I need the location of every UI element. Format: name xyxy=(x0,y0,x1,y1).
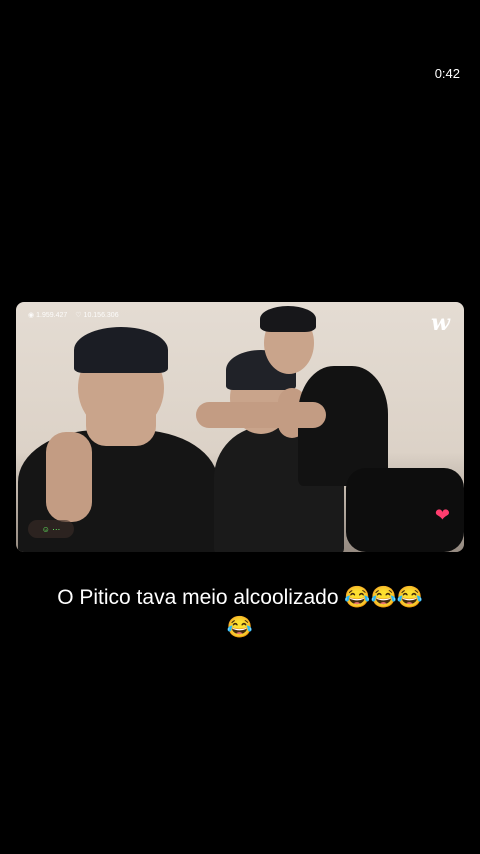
comment-badge: ☺ ⋯ xyxy=(28,520,74,538)
caption-line-2: 😂 xyxy=(226,616,254,639)
viewers-stat: ◉ 1.959.427 xyxy=(28,311,68,320)
heart-icon[interactable]: ❤ xyxy=(435,505,450,526)
story-caption: O Pitico tava meio alcoolizado 😂😂😂 😂 xyxy=(0,583,480,643)
comment-icon: ☺ ⋯ xyxy=(41,524,61,534)
caption-line-1: O Pitico tava meio alcoolizado 😂😂😂 xyxy=(57,586,423,609)
heart-outline-icon: ♡ xyxy=(75,312,82,319)
eye-icon: ◉ xyxy=(28,312,35,319)
stream-stats: ◉ 1.959.427 ♡ 10.156.306 xyxy=(28,311,119,320)
likes-stat: ♡ 10.156.306 xyxy=(75,311,119,320)
weverse-logo: w xyxy=(431,310,450,336)
video-timer: 0:42 xyxy=(434,66,460,81)
video-frame[interactable]: ◉ 1.959.427 ♡ 10.156.306 w ☺ ⋯ ❤ xyxy=(16,302,464,552)
